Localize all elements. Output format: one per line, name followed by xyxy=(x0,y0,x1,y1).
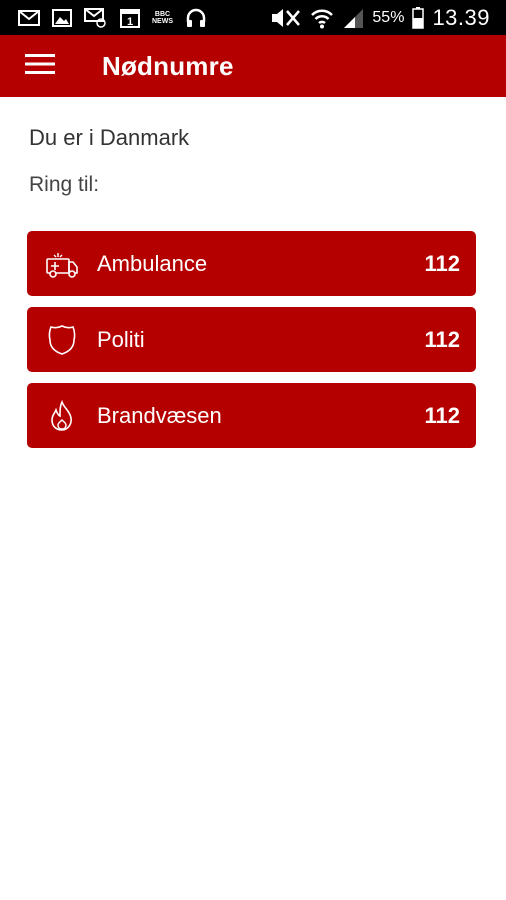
mute-icon xyxy=(268,7,302,29)
fire-icon xyxy=(45,399,79,433)
ambulance-icon xyxy=(45,247,79,281)
service-row-police[interactable]: Politi 112 xyxy=(27,307,476,372)
gallery-icon xyxy=(52,8,72,27)
signal-icon xyxy=(342,7,364,29)
clock: 13.39 xyxy=(432,4,490,30)
bbc-news-icon: BBC NEWS xyxy=(152,11,173,25)
menu-button[interactable] xyxy=(8,35,72,97)
app-bar: Nødnumre xyxy=(0,35,506,97)
police-badge-icon xyxy=(45,323,79,357)
location-text: Du er i Danmark xyxy=(29,125,190,150)
service-list: Ambulance 112 Politi 112 Brandvæsen 112 xyxy=(27,231,476,459)
service-row-ambulance[interactable]: Ambulance 112 xyxy=(27,231,476,296)
hamburger-menu-icon xyxy=(25,53,55,80)
battery-percent: 55% xyxy=(372,8,405,26)
status-bar: 1 BBC NEWS 55% 13.39 xyxy=(0,0,506,35)
service-row-fire[interactable]: Brandvæsen 112 xyxy=(27,383,476,448)
calendar-icon: 1 xyxy=(120,8,140,28)
battery-icon xyxy=(412,6,425,29)
service-label: Politi xyxy=(97,326,145,352)
page-title: Nødnumre xyxy=(102,50,234,81)
bbc-top-text: BBC xyxy=(154,10,171,18)
service-number: 112 xyxy=(424,326,461,352)
voicemail-icon xyxy=(84,7,108,28)
service-label: Ambulance xyxy=(97,250,208,276)
headphones-icon xyxy=(185,8,207,28)
service-number: 112 xyxy=(424,250,461,276)
wifi-icon xyxy=(310,7,334,29)
service-label: Brandvæsen xyxy=(97,402,222,428)
call-prompt: Ring til: xyxy=(29,173,100,196)
svg-text:1: 1 xyxy=(127,16,133,28)
service-number: 112 xyxy=(424,402,461,428)
gmail-icon xyxy=(18,9,40,26)
bbc-bottom-text: NEWS xyxy=(152,17,173,25)
